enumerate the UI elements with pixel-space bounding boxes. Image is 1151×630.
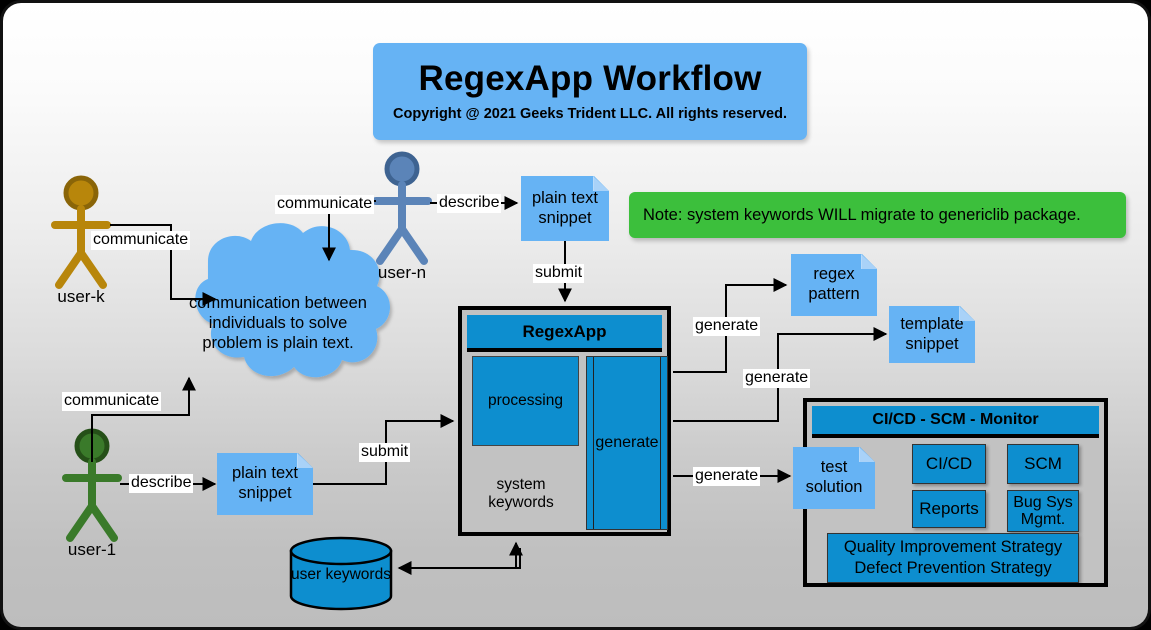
actor-user-k-label: user-k bbox=[57, 287, 105, 306]
edge-label-submit-top: submit bbox=[533, 264, 585, 283]
component-stripe-right bbox=[660, 357, 661, 529]
doc-regex-pattern-label: regex pattern bbox=[808, 265, 860, 303]
regexapp-system-keywords-label: system keywords bbox=[488, 476, 554, 511]
doc-plain-text-snippet-top[interactable]: plain text snippet bbox=[521, 176, 609, 241]
edge-label-communicate-user-1: communicate bbox=[62, 392, 162, 411]
regexapp-component[interactable]: RegexApp processing system keywords gene… bbox=[458, 306, 671, 536]
doc-plain-text-snippet-top-label: plain text snippet bbox=[531, 188, 599, 227]
component-stripe-left bbox=[593, 357, 594, 529]
actor-user-1-label: user-1 bbox=[67, 540, 117, 559]
regexapp-header: RegexApp bbox=[467, 315, 662, 352]
page-fold-icon bbox=[861, 254, 877, 269]
edge-label-describe-user-1: describe bbox=[129, 474, 194, 493]
edge-label-generate-test: generate bbox=[693, 467, 761, 486]
doc-template-snippet[interactable]: template snippet bbox=[889, 306, 975, 363]
regexapp-generate-label: generate bbox=[595, 434, 659, 451]
edge-label-describe-user-n: describe bbox=[437, 194, 502, 213]
edge-label-generate-template: generate bbox=[743, 369, 811, 388]
cicd-cell-cicd[interactable]: CI/CD bbox=[912, 444, 986, 484]
copyright-text: Copyright @ 2021 Geeks Trident LLC. All … bbox=[393, 105, 787, 122]
doc-plain-text-snippet-bottom[interactable]: plain text snippet bbox=[217, 453, 313, 515]
actor-user-n[interactable]: user-n bbox=[364, 157, 440, 289]
cicd-cell-scm[interactable]: SCM bbox=[1007, 444, 1079, 484]
regexapp-generate-block[interactable]: generate bbox=[586, 356, 668, 530]
edge-label-generate-regex: generate bbox=[693, 317, 761, 336]
doc-regex-pattern[interactable]: regex pattern bbox=[791, 254, 877, 316]
doc-test-solution-label: test solution bbox=[805, 458, 863, 496]
cicd-header: CI/CD - SCM - Monitor bbox=[812, 406, 1099, 438]
actor-user-1[interactable]: user-1 bbox=[54, 434, 130, 566]
communication-cloud-label: communication between individuals to sol… bbox=[189, 293, 367, 353]
cicd-cell-strategy[interactable]: Quality Improvement Strategy Defect Prev… bbox=[827, 533, 1079, 583]
page-fold-icon bbox=[593, 176, 609, 191]
cicd-strategy-line-2: Defect Prevention Strategy bbox=[854, 559, 1052, 577]
page-fold-icon bbox=[959, 306, 975, 321]
user-keywords-store[interactable]: user keywords bbox=[291, 531, 391, 609]
diagram-board: RegexApp Workflow Copyright @ 2021 Geeks… bbox=[3, 3, 1148, 627]
doc-plain-text-snippet-bottom-label: plain text snippet bbox=[231, 464, 299, 502]
cicd-cell-bug-sys-mgmt[interactable]: Bug Sys Mgmt. bbox=[1007, 490, 1079, 532]
regexapp-system-keywords-store[interactable]: system keywords bbox=[472, 450, 570, 528]
migration-note-text: Note: system keywords WILL migrate to ge… bbox=[643, 205, 1081, 224]
page-title: RegexApp Workflow bbox=[418, 59, 762, 99]
diagram-canvas: RegexApp Workflow Copyright @ 2021 Geeks… bbox=[0, 0, 1151, 630]
doc-test-solution[interactable]: test solution bbox=[793, 447, 875, 509]
title-banner: RegexApp Workflow Copyright @ 2021 Geeks… bbox=[373, 43, 807, 140]
edge-label-communicate-user-n: communicate bbox=[275, 195, 375, 214]
cicd-cell-reports[interactable]: Reports bbox=[912, 490, 986, 528]
cicd-strategy-line-1: Quality Improvement Strategy bbox=[843, 538, 1063, 557]
edge-label-communicate-user-k: communicate bbox=[91, 231, 191, 250]
edge-label-submit-left: submit bbox=[359, 443, 411, 462]
migration-note: Note: system keywords WILL migrate to ge… bbox=[629, 192, 1126, 238]
regexapp-processing-block[interactable]: processing bbox=[472, 356, 579, 446]
user-keywords-label: user keywords bbox=[291, 566, 391, 584]
